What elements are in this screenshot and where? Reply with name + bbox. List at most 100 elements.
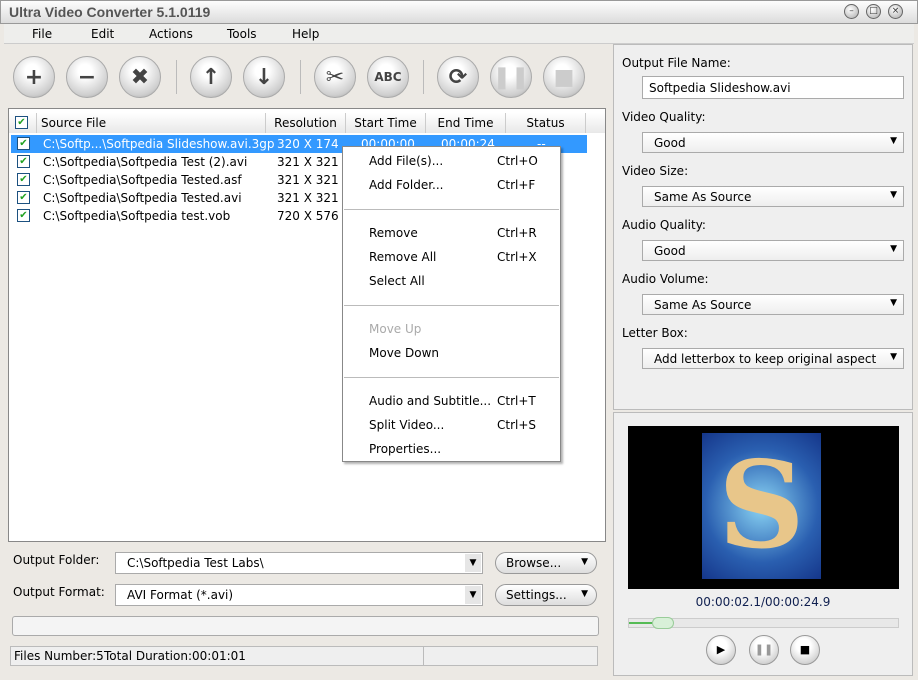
resolution: 321 X 321	[277, 191, 339, 205]
browse-button[interactable]: Browse... ▼	[495, 552, 597, 574]
setting-value: Same As Source	[654, 298, 752, 312]
menu-tools[interactable]: Tools	[227, 27, 257, 41]
menu-file[interactable]: File	[32, 27, 52, 41]
menu-separator	[344, 305, 559, 306]
video-preview: S	[628, 426, 899, 589]
menu-actions[interactable]: Actions	[149, 27, 193, 41]
seek-bar[interactable]	[628, 617, 899, 629]
output-folder-combo[interactable]: C:\Softpedia Test Labs\ ▼	[115, 552, 483, 574]
setting-dropdown[interactable]: Same As Source ▼	[642, 186, 904, 207]
menu-help[interactable]: Help	[292, 27, 319, 41]
chevron-down-icon: ▼	[890, 298, 897, 308]
setting-label: Letter Box:	[622, 326, 688, 340]
close-button[interactable]: ×	[888, 4, 903, 19]
menu-item[interactable]: Remove	[369, 226, 418, 240]
setting-dropdown[interactable]: Add letterbox to keep original aspect ▼	[642, 348, 904, 369]
clear-button[interactable]: ✖	[119, 56, 161, 98]
source-file: C:\Softpedia\Softpedia test.vob	[43, 209, 231, 223]
chevron-down-icon: ▼	[890, 190, 897, 200]
seek-thumb[interactable]	[652, 617, 675, 629]
output-format-value: AVI Format (*.avi)	[127, 588, 234, 602]
convert-button[interactable]: ⟳	[437, 56, 479, 98]
minimize-button[interactable]: –	[844, 4, 859, 19]
setting-label: Video Size:	[622, 164, 689, 178]
menu-item[interactable]: Split Video...	[369, 418, 444, 432]
time-readout: 00:00:02.1/00:00:24.9	[695, 595, 831, 609]
setting-label: Video Quality:	[622, 110, 706, 124]
setting-value: Add letterbox to keep original aspect	[654, 352, 877, 366]
setting-dropdown[interactable]: Good ▼	[642, 132, 904, 153]
menu-shortcut: Ctrl+S	[497, 418, 537, 432]
resolution: 321 X 321	[277, 173, 339, 187]
play-button[interactable]: ▶	[706, 635, 736, 665]
menu-item[interactable]: Select All	[369, 274, 425, 288]
rename-button[interactable]: ABC	[367, 56, 409, 98]
row-checkbox[interactable]: ✔	[17, 209, 30, 222]
setting-dropdown[interactable]: Good ▼	[642, 240, 904, 261]
setting-value: Same As Source	[654, 190, 752, 204]
total-duration: Total Duration:00:01:01	[104, 649, 246, 663]
output-name-input[interactable]: Softpedia Slideshow.avi	[642, 76, 904, 99]
settings-panel: Output File Name: Softpedia Slideshow.av…	[613, 44, 913, 410]
menu-item[interactable]: Add File(s)...	[369, 154, 443, 168]
menu-shortcut: Ctrl+R	[497, 226, 537, 240]
source-file: C:\Softp...\Softpedia Slideshow.avi.3gp	[43, 137, 275, 151]
menu-separator	[344, 377, 559, 378]
menu-shortcut: Ctrl+O	[497, 154, 538, 168]
col-start-time[interactable]: Start Time	[346, 113, 426, 133]
menu-bar: File Edit Actions Tools Help	[4, 24, 914, 44]
output-folder-label: Output Folder:	[13, 553, 100, 567]
toolbar-separator	[300, 60, 301, 94]
row-checkbox[interactable]: ✔	[17, 155, 30, 168]
chevron-down-icon: ▼	[581, 557, 588, 567]
video-frame: S	[702, 433, 821, 579]
select-all-checkbox[interactable]: ✔	[15, 116, 28, 129]
menu-item[interactable]: Audio and Subtitle...	[369, 394, 491, 408]
col-end-time[interactable]: End Time	[426, 113, 506, 133]
menu-shortcut: Ctrl+F	[497, 178, 536, 192]
add-button[interactable]: +	[13, 56, 55, 98]
split-button[interactable]: ✂	[314, 56, 356, 98]
setting-dropdown[interactable]: Same As Source ▼	[642, 294, 904, 315]
row-checkbox[interactable]: ✔	[17, 191, 30, 204]
output-format-combo[interactable]: AVI Format (*.avi) ▼	[115, 584, 483, 606]
resolution: 320 X 174	[277, 137, 339, 151]
setting-value: Good	[654, 136, 686, 150]
toolbar-separator	[423, 60, 424, 94]
pause-button[interactable]: ❚❚	[749, 635, 779, 665]
menu-edit[interactable]: Edit	[91, 27, 114, 41]
dropdown-arrow-icon[interactable]: ▼	[465, 586, 481, 604]
status-bar: Files Number:5 Total Duration:00:01:01	[10, 646, 598, 666]
preview-panel: S 00:00:02.1/00:00:24.9 ▶ ❚❚ ■	[613, 412, 913, 676]
source-file: C:\Softpedia\Softpedia Tested.asf	[43, 173, 242, 187]
menu-item: Move Up	[369, 322, 422, 336]
menu-shortcut: Ctrl+T	[497, 394, 536, 408]
resolution: 720 X 576	[277, 209, 339, 223]
files-number: Files Number:5	[14, 649, 104, 663]
output-format-label: Output Format:	[13, 585, 105, 599]
toolbar-separator	[176, 60, 177, 94]
stop-button[interactable]: ■	[543, 56, 585, 98]
dropdown-arrow-icon[interactable]: ▼	[465, 554, 481, 572]
menu-item[interactable]: Properties...	[369, 442, 441, 456]
col-status[interactable]: Status	[506, 113, 586, 133]
stop-button[interactable]: ■	[790, 635, 820, 665]
row-checkbox[interactable]: ✔	[17, 173, 30, 186]
move-down-button[interactable]: ↓	[243, 56, 285, 98]
settings-button[interactable]: Settings... ▼	[495, 584, 597, 606]
chevron-down-icon: ▼	[890, 136, 897, 146]
setting-label: Audio Volume:	[622, 272, 709, 286]
maximize-button[interactable]: □	[866, 4, 881, 19]
context-menu: Add File(s)... Ctrl+O Add Folder... Ctrl+F R…	[342, 146, 561, 462]
move-up-button[interactable]: ↑	[190, 56, 232, 98]
col-source-file[interactable]: Source File	[37, 113, 266, 133]
col-resolution[interactable]: Resolution	[266, 113, 346, 133]
row-checkbox[interactable]: ✔	[17, 137, 30, 150]
menu-item[interactable]: Add Folder...	[369, 178, 443, 192]
pause-button[interactable]: ❚❚	[490, 56, 532, 98]
menu-item[interactable]: Remove All	[369, 250, 436, 264]
output-name-label: Output File Name:	[622, 56, 731, 70]
menu-item[interactable]: Move Down	[369, 346, 439, 360]
title-bar: Ultra Video Converter 5.1.0119	[0, 0, 918, 24]
remove-button[interactable]: −	[66, 56, 108, 98]
